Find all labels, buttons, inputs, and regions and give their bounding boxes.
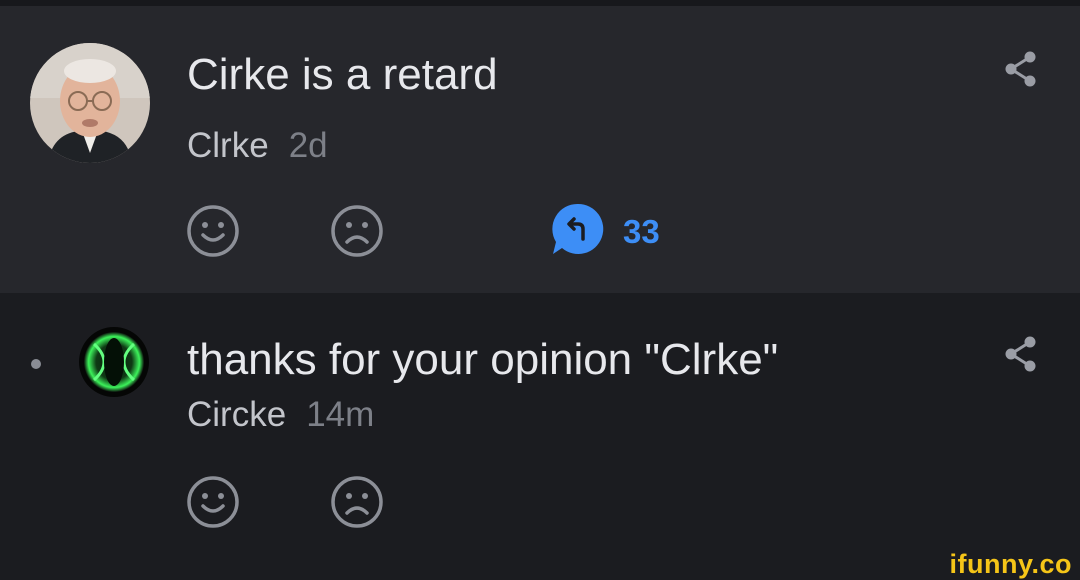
- comment-timestamp: 2d: [288, 126, 328, 165]
- comment-author[interactable]: Circke: [187, 395, 286, 434]
- share-icon[interactable]: [1000, 333, 1042, 375]
- comment-card: Cirke is a retard Clrke 2d 33: [0, 6, 1080, 293]
- comment-meta: Clrke 2d: [187, 128, 328, 163]
- comment-author[interactable]: Clrke: [187, 126, 269, 165]
- comment-timestamp: 14m: [306, 395, 375, 434]
- user-avatar[interactable]: [78, 326, 150, 398]
- comments-screen: Cirke is a retard Clrke 2d 33 thanks for…: [0, 0, 1080, 580]
- user-avatar[interactable]: [30, 43, 150, 163]
- thread-bullet: [31, 359, 41, 369]
- comment-meta: Circke 14m: [187, 397, 374, 432]
- frown-icon[interactable]: [329, 474, 385, 530]
- comment-body: thanks for your opinion "Clrke": [187, 335, 779, 384]
- frown-icon[interactable]: [329, 203, 385, 259]
- comment-body: Cirke is a retard: [187, 50, 498, 99]
- share-icon[interactable]: [1000, 48, 1042, 90]
- smile-icon[interactable]: [185, 474, 241, 530]
- reply-comment-card: thanks for your opinion "Clrke" Circke 14…: [0, 293, 1080, 580]
- reply-bubble-icon: [550, 201, 606, 262]
- replies-button[interactable]: 33: [550, 203, 660, 259]
- reply-count: 33: [623, 212, 660, 250]
- smile-icon[interactable]: [185, 203, 241, 259]
- watermark-logo: ifunny.co: [949, 549, 1072, 579]
